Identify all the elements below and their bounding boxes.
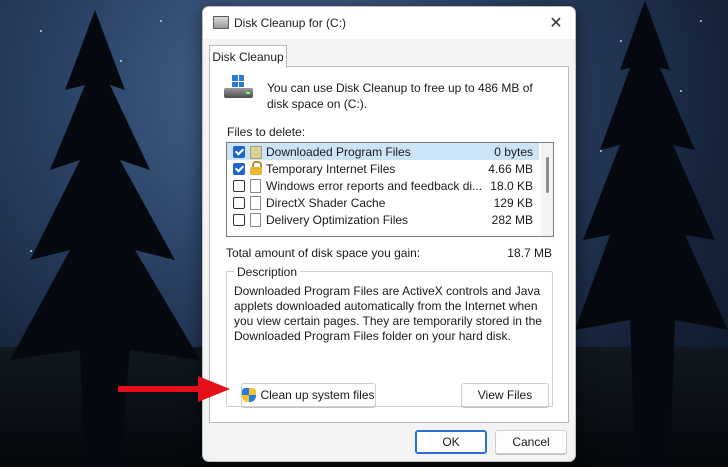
clean-up-system-files-label: Clean up system files: [260, 388, 375, 402]
close-icon: ✕: [549, 15, 563, 32]
file-name: Downloaded Program Files: [266, 145, 411, 159]
file-row-temporary-internet-files[interactable]: Temporary Internet Files 4.66 MB: [227, 160, 539, 177]
intro-text: You can use Disk Cleanup to free up to 4…: [267, 81, 533, 111]
files-list[interactable]: Downloaded Program Files 0 bytes Tempora…: [226, 142, 554, 237]
file-row-windows-error-reports[interactable]: Windows error reports and feedback di...…: [227, 177, 539, 194]
file-name: Delivery Optimization Files: [266, 213, 409, 227]
lock-icon: [250, 161, 262, 175]
file-size: 129 KB: [493, 196, 533, 210]
windows-logo-icon: [232, 75, 244, 87]
document-icon: [250, 179, 261, 193]
file-name: Temporary Internet Files: [266, 162, 396, 176]
checkbox-delivery-optimization-files[interactable]: [233, 214, 245, 226]
description-text: Downloaded Program Files are ActiveX con…: [234, 284, 542, 343]
cancel-button[interactable]: Cancel: [495, 430, 567, 454]
cancel-label: Cancel: [512, 435, 550, 449]
tree-silhouette-right: [575, 0, 728, 467]
title-bar[interactable]: Disk Cleanup for (C:) ✕: [203, 7, 575, 39]
folder-icon: [250, 146, 262, 159]
total-space-label: Total amount of disk space you gain:: [226, 246, 421, 260]
total-space-value: 18.7 MB: [507, 246, 552, 260]
tab-panel: You can use Disk Cleanup to free up to 4…: [209, 66, 569, 423]
file-row-directx-shader-cache[interactable]: DirectX Shader Cache 129 KB: [227, 194, 539, 211]
document-icon: [250, 196, 261, 210]
annotation-arrow-icon: [118, 376, 230, 402]
drive-icon: [224, 75, 254, 101]
clean-up-system-files-button[interactable]: Clean up system files: [241, 383, 376, 407]
tab-disk-cleanup[interactable]: Disk Cleanup: [209, 45, 287, 68]
view-files-button[interactable]: View Files: [461, 383, 549, 407]
close-button[interactable]: ✕: [537, 7, 575, 39]
files-to-delete-label: Files to delete:: [227, 125, 306, 139]
document-icon: [250, 213, 261, 227]
file-size: 4.66 MB: [488, 162, 533, 176]
checkbox-downloaded-program-files[interactable]: [233, 146, 245, 158]
disk-cleanup-dialog: Disk Cleanup for (C:) ✕ Disk Cleanup You…: [202, 6, 576, 462]
scrollbar-thumb[interactable]: [546, 157, 549, 193]
window-title: Disk Cleanup for (C:): [234, 16, 347, 30]
file-list-scrollbar[interactable]: [541, 143, 553, 236]
description-label: Description: [234, 265, 301, 279]
ok-label: OK: [442, 435, 460, 449]
file-row-downloaded-program-files[interactable]: Downloaded Program Files 0 bytes: [227, 143, 539, 160]
disk-cleanup-app-icon: [213, 16, 229, 29]
checkbox-directx-shader-cache[interactable]: [233, 197, 245, 209]
checkbox-temporary-internet-files[interactable]: [233, 163, 245, 175]
checkbox-windows-error-reports[interactable]: [233, 180, 245, 192]
view-files-label: View Files: [477, 388, 533, 402]
file-name: DirectX Shader Cache: [266, 196, 386, 210]
ok-button[interactable]: OK: [415, 430, 487, 454]
file-size: 18.0 KB: [490, 179, 533, 193]
file-size: 282 MB: [491, 213, 533, 227]
file-row-delivery-optimization-files[interactable]: Delivery Optimization Files 282 MB: [227, 211, 539, 228]
uac-shield-icon: [242, 387, 257, 403]
file-name: Windows error reports and feedback di...: [266, 179, 483, 193]
file-size: 0 bytes: [494, 145, 533, 159]
